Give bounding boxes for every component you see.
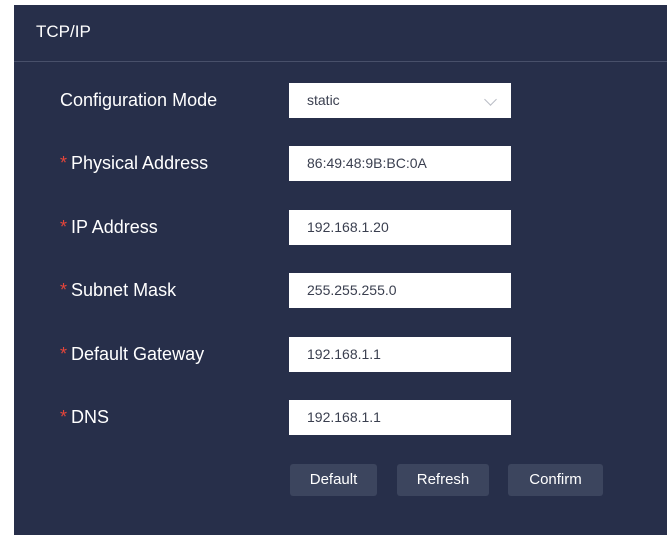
ip-address-label: * IP Address — [60, 216, 158, 238]
refresh-button[interactable]: Refresh — [397, 464, 489, 496]
tcpip-panel: TCP/IP Configuration Mode static * Physic… — [14, 5, 667, 535]
chevron-down-icon — [484, 93, 497, 106]
default-gateway-label: * Default Gateway — [60, 343, 204, 365]
physical-address-value: 86:49:48:9B:BC:0A — [307, 155, 427, 171]
required-mark: * — [60, 217, 68, 237]
panel-header: TCP/IP — [14, 5, 667, 62]
dns-label: * DNS — [60, 406, 109, 428]
dns-field[interactable]: 192.168.1.1 — [289, 400, 511, 435]
required-mark: * — [60, 407, 68, 427]
physical-address-label: * Physical Address — [60, 152, 208, 174]
physical-address-field[interactable]: 86:49:48:9B:BC:0A — [289, 146, 511, 181]
config-mode-label-text: Configuration Mode — [60, 90, 218, 110]
default-button[interactable]: Default — [290, 464, 377, 496]
default-gateway-label-text: Default Gateway — [71, 344, 205, 364]
confirm-button[interactable]: Confirm — [508, 464, 603, 496]
ip-address-field[interactable]: 192.168.1.20 — [289, 210, 511, 245]
default-gateway-value: 192.168.1.1 — [307, 346, 381, 362]
config-mode-label: Configuration Mode — [60, 89, 217, 111]
subnet-mask-label: * Subnet Mask — [60, 279, 176, 301]
required-mark: * — [60, 153, 68, 173]
config-mode-select[interactable]: static — [289, 83, 511, 118]
panel-title: TCP/IP — [36, 22, 91, 41]
dns-label-text: DNS — [71, 407, 110, 427]
physical-address-label-text: Physical Address — [71, 153, 209, 173]
subnet-mask-label-text: Subnet Mask — [71, 280, 177, 300]
ip-address-value: 192.168.1.20 — [307, 219, 389, 235]
ip-address-label-text: IP Address — [71, 217, 158, 237]
subnet-mask-field[interactable]: 255.255.255.0 — [289, 273, 511, 308]
required-mark: * — [60, 280, 68, 300]
subnet-mask-value: 255.255.255.0 — [307, 282, 397, 298]
dns-value: 192.168.1.1 — [307, 409, 381, 425]
config-mode-value: static — [307, 92, 340, 108]
default-gateway-field[interactable]: 192.168.1.1 — [289, 337, 511, 372]
required-mark: * — [60, 344, 68, 364]
